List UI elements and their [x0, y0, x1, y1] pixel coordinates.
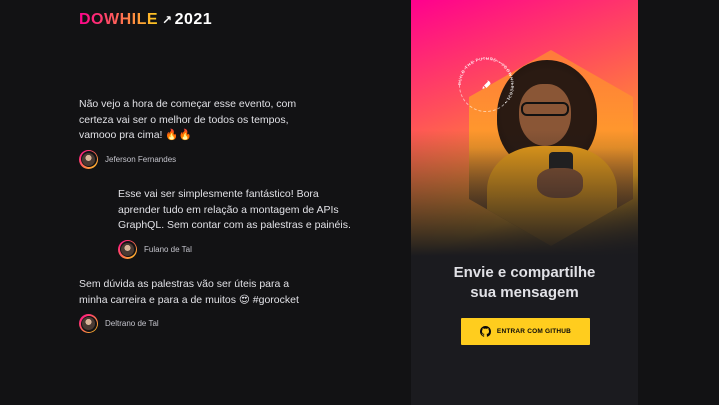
- github-button-label: ENTRAR COM GITHUB: [496, 328, 572, 335]
- heading-line: Envie e compartilhe: [453, 264, 596, 281]
- github-login-button[interactable]: ENTRAR COM GITHUB: [461, 318, 590, 345]
- login-heading: Envie e compartilhe sua mensagem: [411, 263, 638, 303]
- badge-circular-text: BUILD THE FUTURE • #DOWHILE2021 •: [457, 56, 515, 105]
- message-user: Deltrano de Tal: [79, 314, 309, 333]
- user-name: Fulano de Tal: [144, 244, 192, 254]
- message-item: Sem dúvida as palestras vão ser úteis pa…: [79, 277, 309, 333]
- dowhile-logo: DOWHILE ↗ 2021: [79, 11, 212, 29]
- message-content: Sem dúvida as palestras vão ser úteis pa…: [79, 278, 299, 306]
- message-user: Fulano de Tal: [118, 239, 358, 259]
- message-item: Não vejo a hora de começar esse evento, …: [79, 97, 309, 169]
- logo-year: 2021: [174, 11, 213, 28]
- logo-text: DOWHILE: [79, 11, 159, 28]
- message-list-panel: DOWHILE ↗ 2021 Não vejo a hora de começa…: [0, 0, 411, 405]
- avatar: [79, 149, 98, 169]
- message-user: Jeferson Fernandes: [79, 149, 309, 169]
- page-edge: [638, 0, 719, 405]
- message-item: Esse vai ser simplesmente fantástico! Bo…: [118, 187, 358, 259]
- user-name: Deltrano de Tal: [105, 319, 159, 328]
- avatar: [118, 239, 137, 259]
- message-content: Não vejo a hora de começar esse evento, …: [79, 98, 297, 141]
- svg-text:BUILD THE FUTURE • #DOWHILE202: BUILD THE FUTURE • #DOWHILE2021 •: [457, 56, 515, 105]
- login-box: BUILD THE FUTURE • #DOWHILE2021 • Envie …: [411, 0, 638, 405]
- github-icon: [479, 326, 491, 337]
- message-content: Esse vai ser simplesmente fantástico! Bo…: [118, 188, 351, 231]
- user-name: Jeferson Fernandes: [105, 154, 177, 164]
- heading-line: sua mensagem: [470, 284, 579, 301]
- avatar: [79, 314, 98, 333]
- background-fade: [411, 130, 638, 270]
- rocket-icon: ↗: [162, 13, 173, 27]
